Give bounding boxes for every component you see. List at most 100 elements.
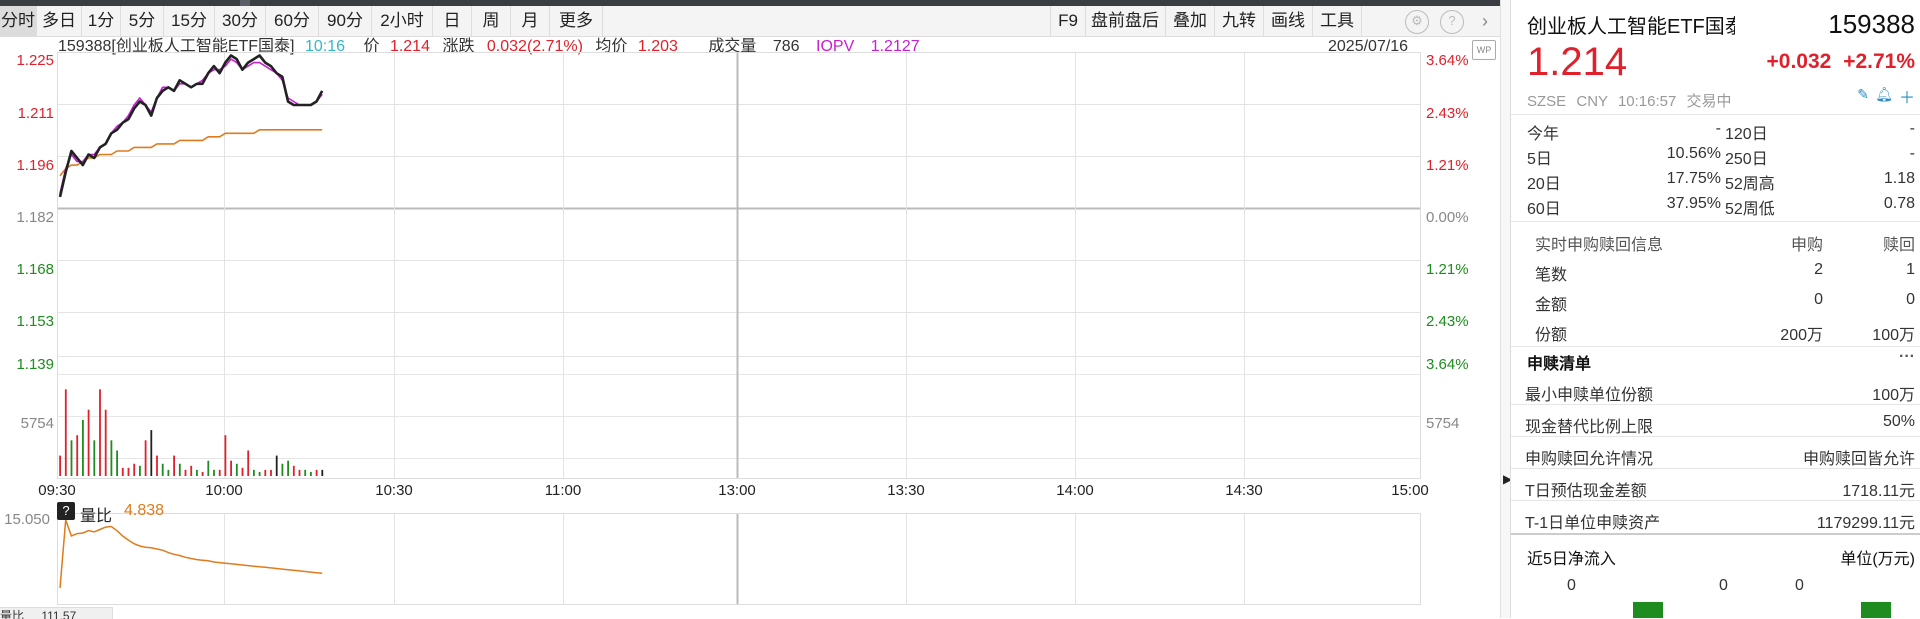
volume-bar bbox=[258, 471, 261, 476]
list-title: 申赎清单 bbox=[1527, 356, 1592, 373]
volume-bar bbox=[150, 430, 153, 476]
volume-bar bbox=[87, 409, 90, 476]
volume-bar bbox=[224, 435, 227, 476]
stat-value: - bbox=[1909, 145, 1915, 162]
list-item-value: 申购赎回皆允许 bbox=[1802, 451, 1915, 468]
volume-bar bbox=[213, 469, 215, 476]
volume-bar bbox=[139, 465, 141, 476]
volume-bar bbox=[270, 469, 272, 476]
volume-bar bbox=[64, 389, 67, 476]
ratio-value: 4.838 bbox=[124, 502, 165, 519]
volume-bar bbox=[218, 469, 221, 476]
flow-value: 0 bbox=[1567, 577, 1576, 594]
redeem-header-sell: 赎回 bbox=[1882, 237, 1915, 254]
stat-label: 250日 bbox=[1725, 151, 1768, 168]
panel-change-pct: +2.71% bbox=[1843, 50, 1915, 73]
list-item-value: 1179299.11元 bbox=[1816, 515, 1915, 532]
flow-title: 近5日净流入 bbox=[1527, 551, 1616, 568]
stat-label: 52周高 bbox=[1725, 176, 1775, 193]
trade-status: 交易中 bbox=[1686, 93, 1732, 110]
redeem-header-buy: 申购 bbox=[1790, 237, 1823, 254]
list-item-label: 申购赎回允许情况 bbox=[1525, 451, 1654, 468]
time-tick: 15:00 bbox=[1391, 482, 1429, 499]
panel-time: 10:16:57 bbox=[1617, 93, 1677, 110]
list-item-label: T-1日单位申赎资产 bbox=[1525, 515, 1661, 532]
pencil-icon[interactable]: ✎ bbox=[1857, 86, 1869, 103]
time-tick: 09:30 bbox=[38, 482, 76, 499]
stat-value: - bbox=[1909, 120, 1915, 137]
stat-label: 5日 bbox=[1527, 151, 1552, 168]
volume-bar bbox=[82, 419, 84, 476]
list-item-label: T日预估现金差额 bbox=[1525, 483, 1647, 500]
volume-bar bbox=[235, 463, 238, 476]
redeem-row-buy: 2 bbox=[1814, 261, 1823, 278]
flow-bar bbox=[1861, 602, 1891, 618]
panel-code: 159388 bbox=[1828, 9, 1915, 39]
volume-bar bbox=[76, 435, 79, 476]
list-item-value: 1718.11元 bbox=[1842, 483, 1915, 500]
volume-bar bbox=[133, 463, 136, 476]
flow-value: 0 bbox=[1795, 577, 1804, 594]
stat-value: 0.78 bbox=[1883, 195, 1915, 212]
redeem-row-sell: 100万 bbox=[1872, 327, 1915, 344]
volume-bar bbox=[292, 465, 295, 476]
stat-value: 17.75% bbox=[1666, 170, 1721, 187]
stat-label: 60日 bbox=[1527, 201, 1561, 218]
more-icon[interactable]: ··· bbox=[1899, 348, 1915, 366]
volume-bar bbox=[59, 455, 61, 476]
volume-bar bbox=[70, 440, 73, 476]
intraday-chart[interactable] bbox=[0, 0, 1500, 618]
redeem-row-sell: 1 bbox=[1906, 261, 1915, 278]
volume-bar bbox=[190, 465, 193, 476]
ratio-line bbox=[59, 519, 323, 589]
exchange: SZSE bbox=[1527, 93, 1567, 110]
redeem-row-label: 份额 bbox=[1535, 327, 1568, 344]
volume-bar bbox=[247, 450, 250, 476]
flow-bar bbox=[1633, 602, 1663, 618]
volume-bar bbox=[201, 471, 204, 476]
divider bbox=[1511, 500, 1920, 501]
flow-value: 0 bbox=[1719, 577, 1728, 594]
list-item-label: 最小申赎单位份额 bbox=[1525, 387, 1654, 404]
help-question-icon[interactable]: ? bbox=[57, 502, 75, 520]
volume-bar bbox=[304, 469, 307, 476]
volume-bar bbox=[99, 389, 101, 476]
volume-bar bbox=[167, 469, 170, 476]
series-line-价 bbox=[58, 54, 324, 198]
volume-bar bbox=[93, 440, 96, 476]
volume-bar bbox=[241, 467, 244, 476]
volume-bar bbox=[184, 469, 187, 476]
volume-bar bbox=[321, 469, 324, 476]
divider bbox=[1511, 404, 1920, 405]
panel-name: 创业板人工智能ETF国泰 bbox=[1527, 16, 1735, 38]
quote-panel: 创业板人工智能ETF国泰 159388 1.214 +0.032 +2.71% … bbox=[1510, 0, 1920, 618]
volume-bar bbox=[310, 471, 312, 476]
redeem-row-buy: 0 bbox=[1814, 291, 1823, 308]
redeem-header: 实时申购赎回信息 bbox=[1535, 237, 1664, 254]
bottom-indicator-tab[interactable]: 量比 111.57 bbox=[0, 607, 113, 619]
bell-icon[interactable]: 🔔︎ bbox=[1875, 86, 1893, 103]
time-tick: 10:00 bbox=[205, 482, 243, 499]
currency: CNY bbox=[1576, 93, 1608, 110]
volume-bar bbox=[264, 469, 267, 476]
series-line-均价 bbox=[59, 129, 323, 177]
list-item-label: 现金替代比例上限 bbox=[1525, 419, 1654, 436]
flow-unit: 单位(万元) bbox=[1840, 551, 1915, 568]
stat-value: 37.95% bbox=[1666, 195, 1721, 212]
panel-change-value: +0.032 bbox=[1766, 50, 1832, 73]
redeem-row-buy: 200万 bbox=[1780, 327, 1823, 344]
volume-bar bbox=[287, 460, 289, 476]
volume-bar bbox=[281, 463, 284, 476]
divider bbox=[1511, 436, 1920, 437]
time-tick: 13:00 bbox=[718, 482, 756, 499]
add-icon[interactable]: ＋ bbox=[1899, 84, 1915, 108]
volume-bar bbox=[207, 460, 210, 476]
stat-value: 1.18 bbox=[1883, 170, 1915, 187]
stat-value: - bbox=[1715, 120, 1721, 137]
divider bbox=[1511, 346, 1920, 347]
divider bbox=[1511, 533, 1920, 535]
chart-border bbox=[57, 52, 1421, 479]
divider bbox=[1511, 468, 1920, 469]
stat-label: 52周低 bbox=[1725, 201, 1775, 218]
volume-bar bbox=[161, 463, 164, 476]
